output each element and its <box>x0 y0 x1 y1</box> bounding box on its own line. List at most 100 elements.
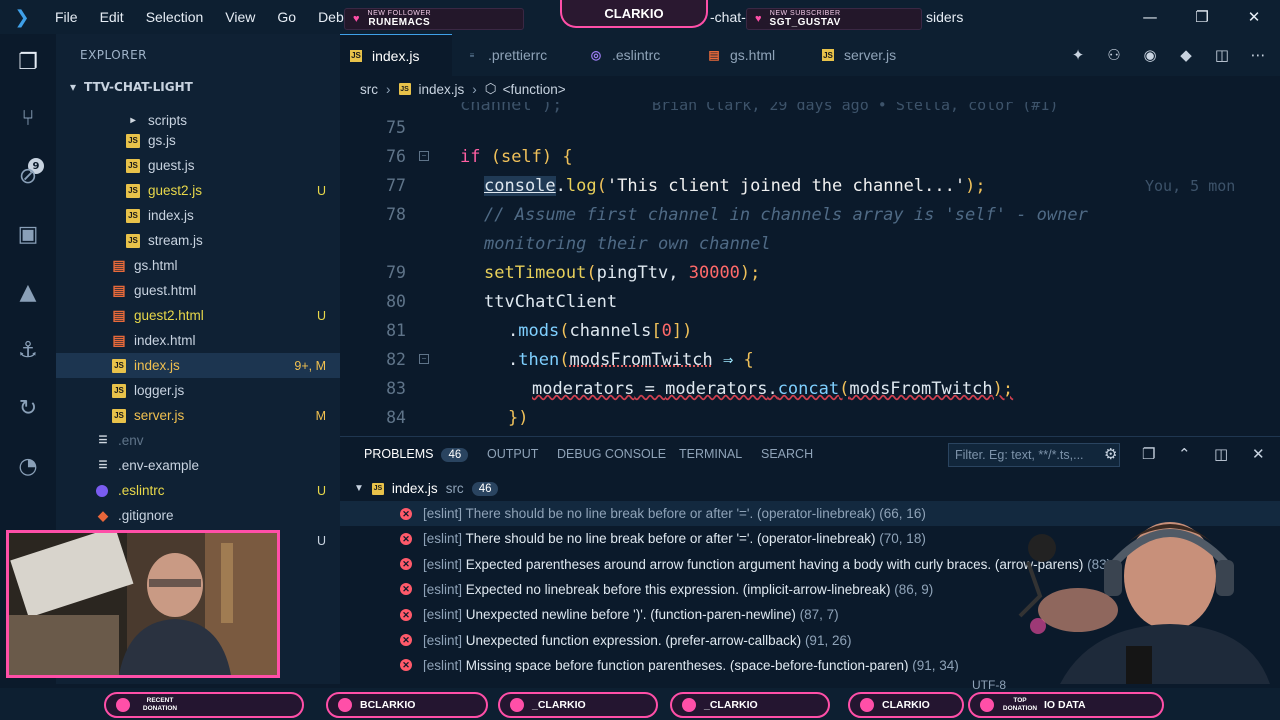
problem-message: [eslint] Unexpected newline before ')'. … <box>423 607 839 622</box>
line-number: 76 <box>386 147 406 166</box>
code-line: 75 <box>340 113 1280 142</box>
tab-search[interactable]: SEARCH <box>761 447 813 461</box>
tab-problems[interactable]: PROBLEMS 46 <box>364 447 469 462</box>
minimize-icon[interactable]: — <box>1124 0 1176 34</box>
window-title-fragment: siders <box>926 9 964 25</box>
line-number: 81 <box>386 321 406 340</box>
fold-icon[interactable]: − <box>419 151 429 161</box>
menu-file[interactable]: File <box>44 9 89 25</box>
tab-server-js[interactable]: JS server.js <box>812 34 928 76</box>
problems-filter-input[interactable]: Filter. Eg: text, **/*.ts,... <box>948 443 1120 467</box>
tab-debug-console[interactable]: DEBUG CONSOLE <box>557 447 666 461</box>
heart-icon: ♥ <box>353 13 360 25</box>
file-tree-item[interactable]: JS gs.js <box>56 128 340 153</box>
status-encoding[interactable]: UTF-8 <box>972 678 1006 692</box>
tab-eslintrc[interactable]: ◎ .eslintrc <box>580 34 696 76</box>
close-icon[interactable]: ✕ <box>1228 0 1280 34</box>
more-actions-icon[interactable]: ⋯ <box>1240 46 1276 64</box>
file-tree-item[interactable]: ▤ index.html <box>56 328 340 353</box>
live-share-icon[interactable]: ↻ <box>10 390 46 426</box>
file-tree-item[interactable]: JS server.js M <box>56 403 340 428</box>
handle-label: _CLARKIO <box>704 699 758 711</box>
file-tree-item[interactable]: ▤ guest.html <box>56 278 340 303</box>
tab-prettierrc[interactable]: ≡ .prettierrc <box>456 34 578 76</box>
restore-icon[interactable]: ❐ <box>1176 0 1228 34</box>
js-file-icon: JS <box>822 49 834 61</box>
tab-label: gs.html <box>730 47 776 63</box>
keyword: if <box>460 146 481 167</box>
fold-icon[interactable]: − <box>419 354 429 364</box>
problem-text: There should be no line break before or … <box>465 506 880 521</box>
webcam-host <box>1000 506 1270 684</box>
toggle-panel-icon[interactable]: ◫ <box>1214 445 1228 463</box>
error-icon: ✕ <box>400 583 412 596</box>
handle-label: BCLARKIO <box>360 699 416 711</box>
code-line: 81 .mods(channels[0]) <box>340 316 1280 345</box>
git-icon[interactable]: ◆ <box>1168 46 1204 64</box>
tab-label: .prettierrc <box>488 47 548 63</box>
split-editor-icon[interactable]: ◫ <box>1204 46 1240 64</box>
file-name: scripts <box>148 113 188 128</box>
file-tree-item[interactable]: JS guest.js <box>56 153 340 178</box>
pin-icon[interactable]: ✦ <box>1060 46 1096 64</box>
tab-terminal[interactable]: TERMINAL <box>679 447 742 461</box>
error-icon: ✕ <box>400 532 412 545</box>
problem-text: Expected parentheses around arrow functi… <box>465 556 1088 572</box>
close-panel-icon[interactable]: ✕ <box>1252 445 1265 463</box>
breadcrumb-file[interactable]: index.js <box>419 82 465 97</box>
handle-label: _CLARKIO <box>532 699 586 711</box>
azure-icon[interactable]: ▲ <box>10 274 46 310</box>
breadcrumb-src[interactable]: src <box>360 82 378 97</box>
file-tree-item[interactable]: ☰ .env-example <box>56 453 340 478</box>
error-icon: ✕ <box>400 608 412 621</box>
debug-icon[interactable]: ⊘ <box>10 158 46 194</box>
file-tree-item[interactable]: JS stream.js <box>56 228 340 253</box>
file-tree-item[interactable]: ▤ guest2.html U <box>56 303 340 328</box>
chevron-down-icon: ▼ <box>354 483 364 494</box>
file-tree-item[interactable]: .eslintrc U <box>56 478 340 503</box>
collapse-all-icon[interactable]: ❐ <box>1142 445 1155 463</box>
source-control-icon[interactable]: ⑂ <box>10 100 46 136</box>
file-tree-item[interactable]: JS index.js <box>56 203 340 228</box>
problem-location: (87, 7) <box>799 607 839 623</box>
js-file-icon: JS <box>112 358 126 373</box>
alert-name: RUNEMACS <box>368 17 431 28</box>
problem-count-badge: 46 <box>441 448 469 462</box>
problem-text: Missing space before function parenthese… <box>465 657 913 672</box>
compare-icon[interactable]: ⚇ <box>1096 46 1132 64</box>
file-tree-item[interactable]: JS guest2.js U <box>56 178 340 203</box>
file-name: gs.html <box>134 258 178 273</box>
docker-icon[interactable]: ⚓ <box>10 332 46 368</box>
menu-edit[interactable]: Edit <box>89 9 135 25</box>
file-tree-item[interactable]: JS index.js 9+, M <box>56 353 340 378</box>
twitter-handle: _CLARKIO <box>498 692 658 718</box>
top-donation-label: TOP DONATION <box>1002 697 1038 712</box>
problem-file-group[interactable]: ▼ JS index.js src 46 <box>354 481 499 496</box>
alert-label: NEW SUBSCRIBER <box>769 10 841 17</box>
maximize-panel-icon[interactable]: ⌃ <box>1178 445 1191 463</box>
menu-go[interactable]: Go <box>266 9 307 25</box>
gitlens-icon[interactable]: ◔ <box>10 448 46 484</box>
project-root[interactable]: ▾ TTV-CHAT-LIGHT <box>70 80 193 94</box>
file-tree-item[interactable]: ☰ .env <box>56 428 340 453</box>
recent-donation-label: RECENT DONATION <box>142 697 178 712</box>
explorer-icon[interactable]: ❐ <box>10 44 46 80</box>
breadcrumb-symbol[interactable]: <function> <box>503 82 566 97</box>
file-tree-item[interactable]: JS logger.js <box>56 378 340 403</box>
error-icon: ✕ <box>400 507 412 520</box>
preview-icon[interactable]: ◉ <box>1132 46 1168 64</box>
file-tree-item[interactable]: ▤ gs.html <box>56 253 340 278</box>
menu-view[interactable]: View <box>214 9 266 25</box>
git-status: U <box>316 533 326 548</box>
tab-gs-html[interactable]: ▤ gs.html <box>698 34 810 76</box>
code-editor[interactable]: channel ); Brian Clark, 29 days ago • St… <box>340 102 1280 432</box>
tab-index-js[interactable]: JS index.js <box>340 34 452 76</box>
handle-label: CLARKIO <box>882 699 930 711</box>
tab-output[interactable]: OUTPUT <box>487 447 538 461</box>
extensions-icon[interactable]: ▣ <box>10 216 46 252</box>
settings-file-icon: ☰ <box>98 460 108 471</box>
code-comment: // Assume first channel in channels arra… <box>484 204 1088 225</box>
menu-selection[interactable]: Selection <box>135 9 215 25</box>
file-tree-item[interactable]: ◆ .gitignore <box>56 503 340 528</box>
filter-settings-icon[interactable]: ⚙ <box>1104 445 1117 463</box>
